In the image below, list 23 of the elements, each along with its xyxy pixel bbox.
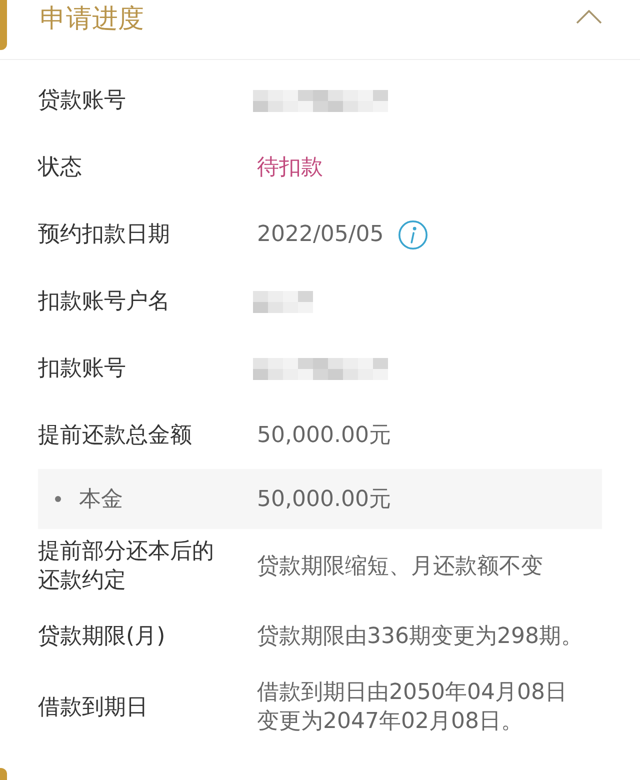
section-accent-bar bbox=[0, 0, 7, 50]
field-label: 状态 bbox=[38, 154, 83, 182]
field-value: 借款到期日由2050年04月08日变更为2047年02月08日。 bbox=[257, 679, 568, 736]
info-icon[interactable] bbox=[398, 220, 428, 250]
field-label: 本金 bbox=[79, 486, 123, 514]
field-label: 提前部分还本后的还款约定 bbox=[38, 538, 215, 595]
field-label: 预约扣款日期 bbox=[38, 221, 171, 249]
field-label: 提前还款总金额 bbox=[38, 422, 193, 450]
chevron-icon[interactable] bbox=[576, 10, 602, 24]
date-value: 2022/05/05 bbox=[257, 221, 384, 249]
field-label: 贷款期限(月) bbox=[38, 623, 166, 651]
field-label: 贷款账号 bbox=[38, 87, 127, 115]
field-value: 贷款期限缩短、月还款额不变 bbox=[257, 552, 543, 580]
field-label: 扣款账号户名 bbox=[38, 288, 171, 316]
field-value: 50,000.00元 bbox=[257, 422, 391, 450]
status-value: 待扣款 bbox=[257, 154, 323, 182]
field-value: 贷款期限由336期变更为298期。 bbox=[257, 623, 583, 651]
field-value: 50,000.00元 bbox=[257, 486, 391, 514]
section-title: 申请进度 bbox=[40, 3, 144, 36]
section-accent-bar bbox=[0, 768, 7, 780]
field-label: 扣款账号 bbox=[38, 355, 127, 383]
bullet-icon bbox=[55, 496, 61, 502]
field-label: 借款到期日 bbox=[38, 694, 149, 722]
